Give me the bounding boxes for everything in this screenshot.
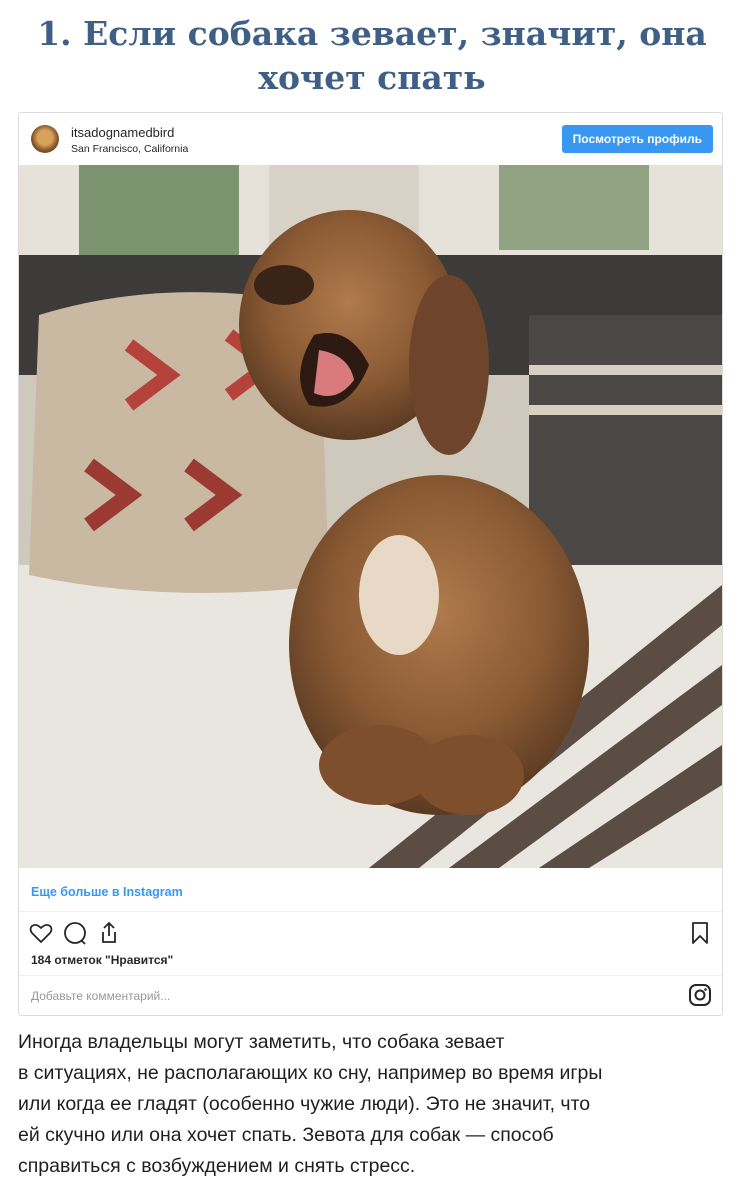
comment-row	[19, 975, 722, 1015]
comment-input[interactable]	[29, 983, 653, 1009]
divider	[19, 911, 722, 912]
post-location[interactable]: San Francisco, California	[71, 143, 188, 155]
post-username[interactable]: itsadognamedbird	[71, 125, 174, 140]
bookmark-icon[interactable]	[686, 919, 714, 947]
puppy-photo	[19, 165, 722, 868]
likes-count[interactable]: 184 отметок "Нравится"	[31, 953, 173, 967]
post-photo[interactable]	[19, 165, 722, 868]
article-title: 1. Если собака зевает, значит, она хочет…	[37, 14, 707, 97]
heart-icon[interactable]	[27, 919, 55, 947]
instagram-icon[interactable]	[688, 983, 712, 1007]
share-icon[interactable]	[95, 919, 123, 947]
article-body: Иногда владельцы могут заметить, что соб…	[18, 1031, 603, 1177]
post-header: itsadognamedbird San Francisco, Californ…	[19, 113, 722, 165]
instagram-embed: itsadognamedbird San Francisco, Californ…	[18, 112, 723, 1016]
view-profile-button[interactable]: Посмотреть профиль	[561, 125, 713, 153]
comment-icon[interactable]	[61, 919, 89, 947]
avatar[interactable]	[31, 125, 59, 153]
post-actions	[19, 913, 722, 953]
more-on-instagram-link[interactable]: Еще больше в Instagram	[31, 885, 183, 899]
